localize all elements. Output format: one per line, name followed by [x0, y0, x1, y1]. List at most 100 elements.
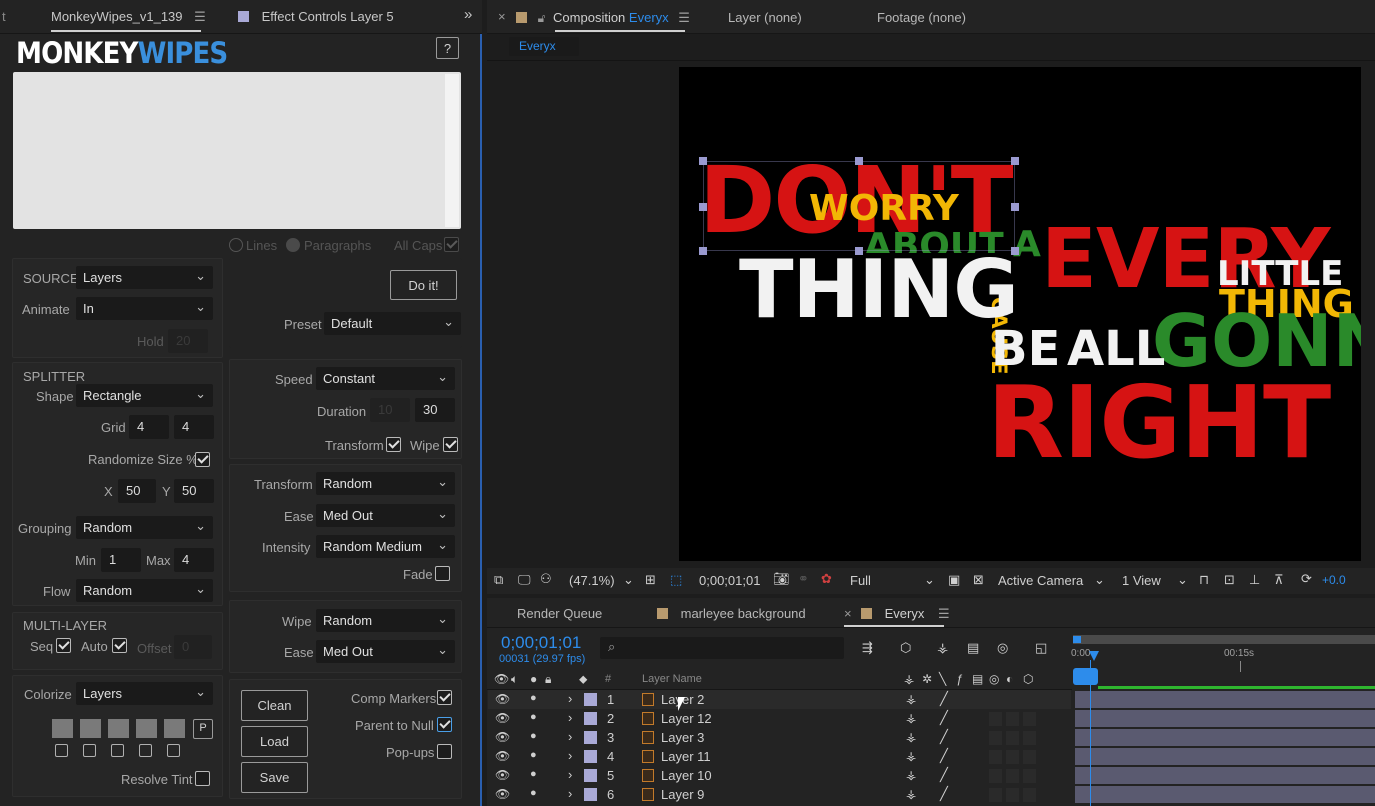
eye-icon[interactable]: 👁︎ — [495, 711, 510, 725]
tab-layer[interactable]: Layer (none) — [728, 10, 802, 25]
selection-handle[interactable] — [699, 157, 707, 165]
color-swatch-4[interactable] — [136, 719, 157, 738]
transform-dropdown[interactable]: Random ⌄ — [316, 472, 455, 495]
size-y-input[interactable]: 50 — [174, 479, 214, 503]
layer-search-input[interactable]: ⌕ — [600, 637, 844, 659]
work-area-bar[interactable] — [1073, 635, 1375, 644]
exposure-icon[interactable]: ⟳ — [1301, 571, 1312, 587]
switch-box[interactable] — [989, 712, 1002, 726]
color-swatch-5[interactable] — [164, 719, 185, 738]
3d-layer-icon[interactable]: ⬡ — [1023, 672, 1033, 686]
viewer-timecode[interactable]: 0;00;01;01 — [699, 573, 760, 588]
panel-menu-icon[interactable]: ☰ — [678, 10, 690, 25]
selection-handle[interactable] — [699, 203, 707, 211]
grouping-dropdown[interactable]: Random ⌄ — [76, 516, 213, 539]
swatch-checkbox-4[interactable] — [139, 744, 152, 757]
frame-blending-icon[interactable]: ▤ — [967, 640, 979, 656]
panel-menu-icon[interactable]: ☰ — [938, 606, 950, 621]
layer-row[interactable]: 👁︎ ● › 2 Layer 12 ⚶ ╱ — [488, 709, 1071, 728]
snapshot-icon[interactable]: ⚭ — [798, 571, 809, 587]
switch-box[interactable] — [1023, 712, 1036, 726]
shy-switch-icon[interactable]: ⚶ — [906, 711, 916, 725]
camera-select[interactable]: Active Camera — [998, 573, 1083, 588]
shape-dropdown[interactable]: Rectangle ⌄ — [76, 384, 213, 407]
label-color-swatch[interactable] — [584, 693, 597, 706]
switch-box[interactable] — [1006, 788, 1019, 802]
close-icon[interactable]: × — [498, 9, 506, 24]
motion-blur-icon[interactable]: ◎ — [989, 672, 999, 686]
swatch-checkbox-2[interactable] — [83, 744, 96, 757]
selection-handle[interactable] — [1011, 157, 1019, 165]
chevron-down-icon[interactable]: ⌄ — [1177, 572, 1188, 588]
layer-duration-bar[interactable] — [1075, 767, 1375, 784]
layer-row[interactable]: 👁︎ ● › 4 Layer 11 ⚶ ╱ — [488, 747, 1071, 766]
layer-duration-bar[interactable] — [1075, 729, 1375, 746]
popups-checkbox[interactable] — [437, 744, 452, 759]
motion-blur-icon[interactable]: ◎ — [997, 640, 1008, 656]
chevron-down-icon[interactable]: ⌄ — [924, 572, 935, 588]
tab-background[interactable]: marleyee background — [657, 606, 806, 621]
randomize-size-checkbox[interactable] — [195, 452, 210, 467]
expand-chevron-icon[interactable]: › — [568, 786, 572, 801]
shy-switch-icon[interactable]: ⚶ — [906, 749, 916, 763]
shy-switch-icon[interactable]: ⚶ — [906, 730, 916, 744]
expand-chevron-icon[interactable]: › — [568, 691, 572, 706]
text-area-scrollbar[interactable] — [445, 74, 459, 227]
switch-box[interactable] — [1006, 769, 1019, 783]
eye-icon[interactable]: 👁︎ — [494, 672, 509, 686]
load-button[interactable]: Load — [241, 726, 308, 757]
lock-icon[interactable]: 🔒︎ — [545, 672, 551, 687]
panel-overflow-icon[interactable]: » — [464, 6, 472, 23]
selection-handle[interactable] — [1011, 247, 1019, 255]
switch-box[interactable] — [1023, 693, 1036, 707]
switch-box[interactable] — [989, 693, 1002, 707]
duration-min-input[interactable]: 10 — [370, 398, 410, 422]
solo-dot-icon[interactable]: ● — [530, 730, 537, 742]
mask-icon[interactable]: ⚇ — [540, 571, 552, 587]
switch-box[interactable] — [1023, 788, 1036, 802]
flow-dropdown[interactable]: Random ⌄ — [76, 579, 213, 602]
color-swatch-3[interactable] — [108, 719, 129, 738]
clipped-tab[interactable]: t — [2, 9, 6, 24]
swatch-checkbox-5[interactable] — [167, 744, 180, 757]
label-color-swatch[interactable] — [584, 788, 597, 801]
preset-dropdown[interactable]: Default ⌄ — [324, 312, 461, 335]
switch-box[interactable] — [989, 731, 1002, 745]
shy-switch-icon[interactable]: ⚶ — [906, 692, 916, 706]
region-icon[interactable]: ⬚ — [670, 572, 682, 588]
lock-icon[interactable]: 🔓︎ — [538, 11, 546, 25]
duration-input[interactable]: 30 — [415, 398, 455, 422]
zoom-value[interactable]: (47.1%) — [569, 573, 615, 588]
solo-dot-icon[interactable]: ● — [530, 749, 537, 761]
layer-duration-bar[interactable] — [1075, 691, 1375, 708]
close-icon[interactable]: × — [844, 606, 852, 621]
monitor-icon[interactable]: 🖵︎ — [518, 572, 531, 588]
speed-dropdown[interactable]: Constant ⌄ — [316, 367, 455, 390]
always-preview-icon[interactable]: ⧉ — [494, 572, 503, 588]
clean-button[interactable]: Clean — [241, 690, 308, 721]
expand-chevron-icon[interactable]: › — [568, 710, 572, 725]
eye-icon[interactable]: 👁︎ — [495, 749, 510, 763]
tab-everyx[interactable]: Everyx ☰ — [861, 606, 950, 622]
audio-icon[interactable]: 🔈︎ — [511, 672, 518, 687]
layer-name[interactable]: Layer 12 — [661, 711, 712, 726]
help-button[interactable]: ? — [436, 37, 459, 59]
graph-editor-icon[interactable]: ◱ — [1035, 640, 1047, 656]
grid-x-input[interactable]: 4 — [129, 415, 169, 439]
switch-box[interactable] — [1006, 693, 1019, 707]
shy-icon[interactable]: ⚶ — [904, 672, 914, 686]
do-it-button[interactable]: Do it! — [390, 270, 457, 300]
quality-switch-icon[interactable]: ╱ — [940, 748, 948, 764]
solo-dot-icon[interactable]: ● — [530, 711, 537, 723]
wipe-dropdown[interactable]: Random ⌄ — [316, 609, 455, 632]
transparency-icon[interactable]: ⊠ — [973, 572, 984, 588]
swatch-checkbox-3[interactable] — [111, 744, 124, 757]
channels-icon[interactable]: ✿ — [821, 571, 832, 587]
palette-button[interactable]: P — [193, 719, 213, 739]
timeline-timecode[interactable]: 0;00;01;01 — [501, 633, 581, 653]
label-icon[interactable]: ⬥ — [579, 672, 587, 687]
quality-switch-icon[interactable]: ╱ — [940, 710, 948, 726]
composition-viewer[interactable]: DON'T WORRY ABOUT A CAUSE EVERY THING LI… — [679, 67, 1361, 561]
panel-menu-icon[interactable]: ☰ — [194, 9, 206, 24]
selection-handle[interactable] — [855, 157, 863, 165]
